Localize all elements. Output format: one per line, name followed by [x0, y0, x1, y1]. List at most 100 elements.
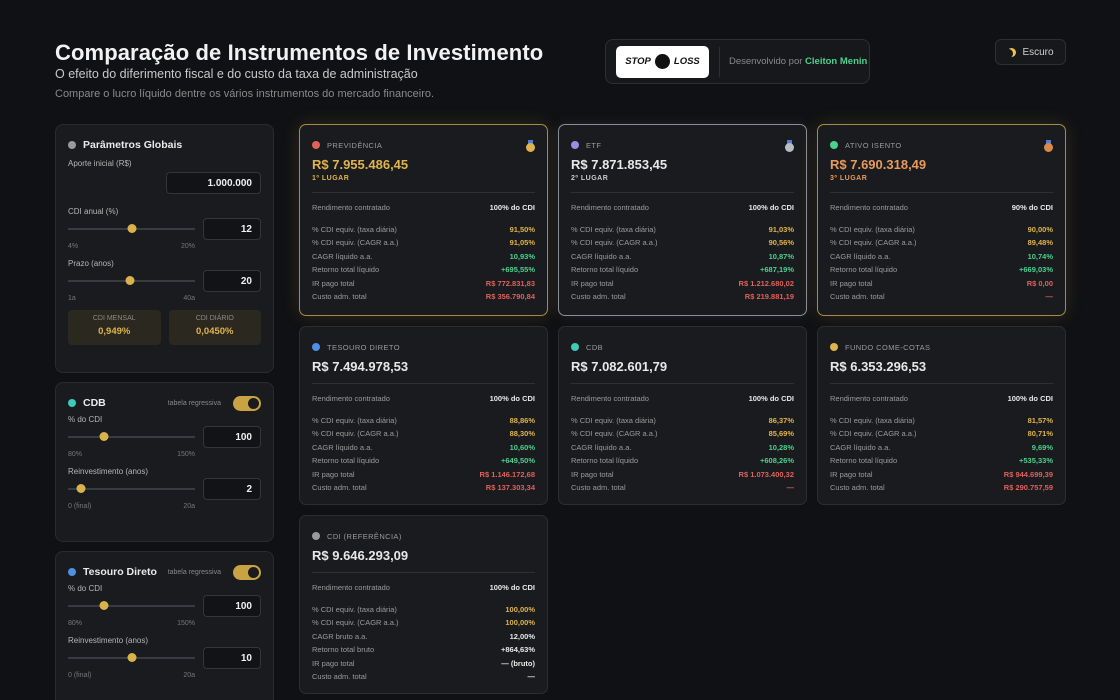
row-value: +687,19% — [760, 265, 794, 275]
row-retorno: Retorno total líquido +535,33% — [830, 454, 1053, 468]
cdi-slider-thumb[interactable] — [127, 224, 136, 233]
instrument-dot — [312, 532, 320, 540]
row-label: Custo adm. total — [830, 483, 885, 493]
row-value: — (bruto) — [501, 658, 535, 668]
row-custo: Custo adm. total R$ 290.757,59 — [830, 481, 1053, 495]
row-value: 80,71% — [1027, 429, 1053, 439]
theme-toggle-label: Escuro — [1022, 46, 1054, 58]
row-label: Rendimento contratado — [830, 394, 908, 404]
row-ir: IR pago total R$ 944.699,39 — [830, 468, 1053, 482]
pct-cdi-label: % do CDI — [68, 584, 103, 593]
row-value: R$ 944.699,39 — [1003, 469, 1053, 479]
brand-divider — [719, 46, 720, 77]
card-divider — [830, 383, 1053, 384]
pct-cdi-slider[interactable] — [68, 432, 195, 441]
pct-cdi-slider-thumb[interactable] — [99, 601, 109, 610]
reinvestimento-slider-thumb[interactable] — [76, 484, 86, 493]
row-value: 10,93% — [509, 251, 535, 261]
row-value: 9,69% — [1031, 442, 1053, 452]
row-label: CAGR líquido a.a. — [312, 251, 373, 261]
row-value: R$ 219.881,19 — [744, 292, 794, 302]
row-label: CAGR líquido a.a. — [312, 442, 373, 452]
row-label: IR pago total — [830, 278, 873, 288]
row-label: Custo adm. total — [571, 483, 626, 493]
stat-label: CDI MENSAL — [92, 315, 136, 322]
final-value: R$ 7.494.978,53 — [312, 359, 409, 374]
row-label: Rendimento contratado — [830, 203, 908, 213]
panel-title: Parâmetros Globais — [83, 139, 183, 151]
place-badge: 2º LUGAR — [571, 175, 609, 182]
instrument-card-5: FUNDO COME-COTAS R$ 6.353.296,53 Rendime… — [817, 326, 1066, 505]
row-label: Custo adm. total — [312, 292, 367, 302]
row-cagr: % CDI equiv. (CAGR a.a.) 80,71% — [830, 427, 1053, 441]
cdi-input[interactable]: 12 — [203, 218, 261, 240]
prazo-input[interactable]: 20 — [203, 270, 261, 292]
row-taxa-diaria: % CDI equiv. (taxa diária) 88,86% — [312, 414, 535, 428]
aporte-input[interactable]: 1.000.000 — [166, 172, 261, 194]
row-value: 90,00% — [1027, 224, 1053, 234]
row-label: Rendimento contratado — [571, 394, 649, 404]
row-rendimento: Rendimento contratado 100% do CDI — [312, 201, 535, 215]
row-label: % CDI equiv. (taxa diária) — [312, 224, 397, 234]
row-value: +608,26% — [760, 456, 794, 466]
prazo-min-label: 1a — [68, 295, 76, 302]
prazo-slider[interactable] — [68, 276, 195, 285]
tabela-regressiva-toggle[interactable] — [233, 395, 261, 411]
reinvestimento-slider[interactable] — [68, 653, 195, 662]
row-label: Retorno total líquido — [312, 456, 380, 466]
row-retorno: Retorno total bruto +864,63% — [312, 643, 535, 657]
tabela-regressiva-toggle[interactable] — [233, 564, 261, 580]
logo-text-left: STOP — [625, 56, 651, 67]
moon-icon — [1004, 49, 1013, 58]
stop-loss-logo[interactable]: STOP LOSS — [616, 45, 709, 78]
row-value: R$ 356.790,84 — [485, 292, 535, 302]
cdi-slider[interactable] — [68, 224, 195, 233]
row-retorno: Retorno total líquido +687,19% — [571, 263, 794, 277]
row-label: Rendimento contratado — [312, 203, 390, 213]
prazo-label: Prazo (anos) — [68, 259, 114, 268]
row-taxa-diaria: % CDI equiv. (taxa diária) 81,57% — [830, 414, 1053, 428]
card-divider — [830, 192, 1053, 193]
row-cagr-valor: CAGR líquido a.a. 10,93% — [312, 250, 535, 264]
row-taxa-diaria: % CDI equiv. (taxa diária) 100,00% — [312, 603, 535, 617]
row-label: CAGR líquido a.a. — [571, 442, 632, 452]
row-value: 100% do CDI — [489, 203, 535, 213]
row-cagr: % CDI equiv. (CAGR a.a.) 91,05% — [312, 236, 535, 250]
reinvestimento-input[interactable]: 10 — [203, 647, 261, 669]
pct-max-label: 150% — [177, 451, 195, 458]
row-label: % CDI equiv. (CAGR a.a.) — [312, 429, 399, 439]
card-divider — [312, 383, 535, 384]
bronze-medal-icon — [1044, 139, 1053, 152]
pct-cdi-slider-thumb[interactable] — [99, 432, 109, 441]
card-divider — [312, 572, 535, 573]
row-value: R$ 1.073.400,32 — [738, 469, 794, 479]
instrument-card-6: CDI (REFERÊNCIA) R$ 9.646.293,09 Rendime… — [299, 515, 548, 694]
aporte-label: Aporte inicial (R$) — [68, 159, 132, 168]
row-value: R$ 290.757,59 — [1003, 483, 1053, 493]
card-divider — [312, 192, 535, 193]
pct-cdi-input[interactable]: 100 — [203, 426, 261, 448]
prazo-slider-thumb[interactable] — [125, 276, 135, 285]
theme-toggle-button[interactable]: Escuro — [995, 39, 1066, 65]
reinvestimento-input[interactable]: 2 — [203, 478, 261, 500]
pct-cdi-slider[interactable] — [68, 601, 195, 610]
row-cagr: % CDI equiv. (CAGR a.a.) 88,30% — [312, 427, 535, 441]
pct-min-label: 80% — [68, 451, 83, 458]
row-label: IR pago total — [312, 278, 355, 288]
pct-cdi-input[interactable]: 100 — [203, 595, 261, 617]
row-label: % CDI equiv. (taxa diária) — [571, 415, 656, 425]
row-label: Retorno total líquido — [830, 265, 898, 275]
developer-name[interactable]: Cleiton Menin — [805, 56, 867, 67]
row-label: Retorno total bruto — [312, 645, 375, 655]
row-value: 85,69% — [768, 429, 794, 439]
reinvestimento-slider-thumb[interactable] — [127, 653, 136, 662]
row-label: Retorno total líquido — [312, 265, 380, 275]
row-ir: IR pago total R$ 1.212.680,02 — [571, 277, 794, 291]
status-dot — [68, 568, 76, 576]
reinvestimento-slider[interactable] — [68, 484, 195, 493]
row-rendimento: Rendimento contratado 100% do CDI — [571, 201, 794, 215]
reinv-max-label: 20a — [183, 672, 195, 679]
final-value: R$ 7.690.318,49 — [830, 157, 927, 172]
row-label: IR pago total — [830, 469, 873, 479]
row-taxa-diaria: % CDI equiv. (taxa diária) 91,50% — [312, 223, 535, 237]
